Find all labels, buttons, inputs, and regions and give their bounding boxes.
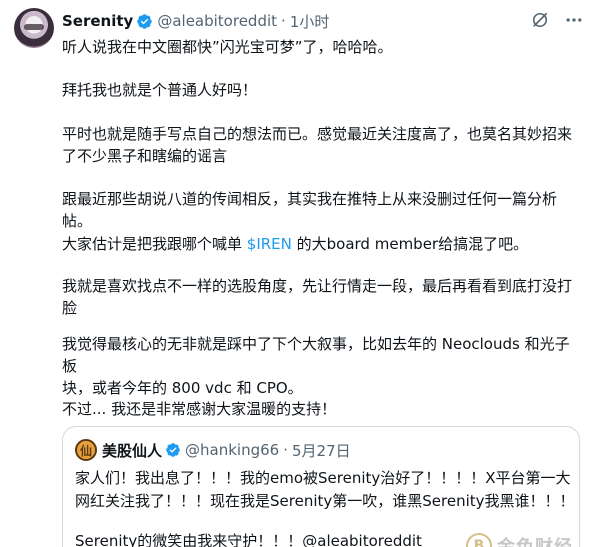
display-name[interactable]: Serenity <box>62 12 133 30</box>
tweet-paragraph: 平时也就是随手写点自己的想法而已。感觉最近关注度高了，也莫名其妙招来 了不少黑子… <box>62 125 573 165</box>
grok-icon[interactable] <box>530 10 550 30</box>
tweet-paragraph: 我就是喜欢找点不一样的选股角度，先让行情走一段，最后再看看到底打没打 脸 <box>62 277 573 317</box>
handle[interactable]: @aleabitoreddit <box>157 12 277 30</box>
separator: · <box>281 12 286 30</box>
quoted-line: 家人们！我出息了！！！我的emo被Serenity治好了！！！！X平台第一大 <box>75 469 571 487</box>
verified-badge-icon <box>166 443 180 457</box>
quoted-display-name[interactable]: 美股仙人 <box>102 440 162 461</box>
quoted-tweet-header: 仙 美股仙人 @hanking66 · 5月27日 <box>75 439 351 461</box>
quoted-date[interactable]: 5月27日 <box>292 440 351 461</box>
quoted-line: Serenity的微笑由我来守护！！！@aleabitoreddit <box>75 532 422 547</box>
more-icon[interactable] <box>564 10 584 30</box>
separator: · <box>283 441 288 459</box>
quoted-avatar[interactable]: 仙 <box>75 439 97 461</box>
quoted-handle[interactable]: @hanking66 <box>185 441 279 459</box>
watermark-text: 金色财经 <box>497 533 573 547</box>
watermark: B 金色财经 <box>466 533 573 547</box>
tweet-header: Serenity @aleabitoreddit · 1小时 <box>62 10 584 32</box>
cashtag-link[interactable]: $IREN <box>247 235 292 253</box>
tweet-paragraph: 拜托我也就是个普通人好吗！ <box>62 81 258 99</box>
tweet-paragraph: 不过... 我还是非常感谢大家温暖的支持！ <box>62 400 337 418</box>
avatar[interactable] <box>14 8 54 48</box>
cashtag-before: 大家估计是把我跟哪个喊单 <box>62 235 247 253</box>
quoted-line: 网红关注我了！！！现在我是Serenity第一吹，谁黑Serenity我黑谁！！… <box>75 492 575 510</box>
tweet-paragraph: 我觉得最核心的无非就是踩中了下个大叙事，比如去年的 Neoclouds 和光子板… <box>62 335 570 397</box>
tweet-paragraph: 听人说我在中文圈都快”闪光宝可梦”了，哈哈哈。 <box>62 38 393 56</box>
watermark-logo: B <box>466 533 492 547</box>
cashtag-after: 的大board member给搞混了吧。 <box>291 235 529 253</box>
timestamp[interactable]: 1小时 <box>290 11 330 32</box>
tweet-paragraph-cashtag: 大家估计是把我跟哪个喊单 $IREN 的大board member给搞混了吧。 <box>62 233 582 255</box>
header-actions <box>530 10 584 30</box>
verified-badge-icon <box>137 13 153 29</box>
quoted-tweet[interactable]: 仙 美股仙人 @hanking66 · 5月27日 家人们！我出息了！！！我的e… <box>62 426 580 547</box>
tweet-paragraph: 跟最近那些胡说八道的传闻相反，其实我在推特上从来没删过任何一篇分析 帖。 <box>62 190 558 230</box>
